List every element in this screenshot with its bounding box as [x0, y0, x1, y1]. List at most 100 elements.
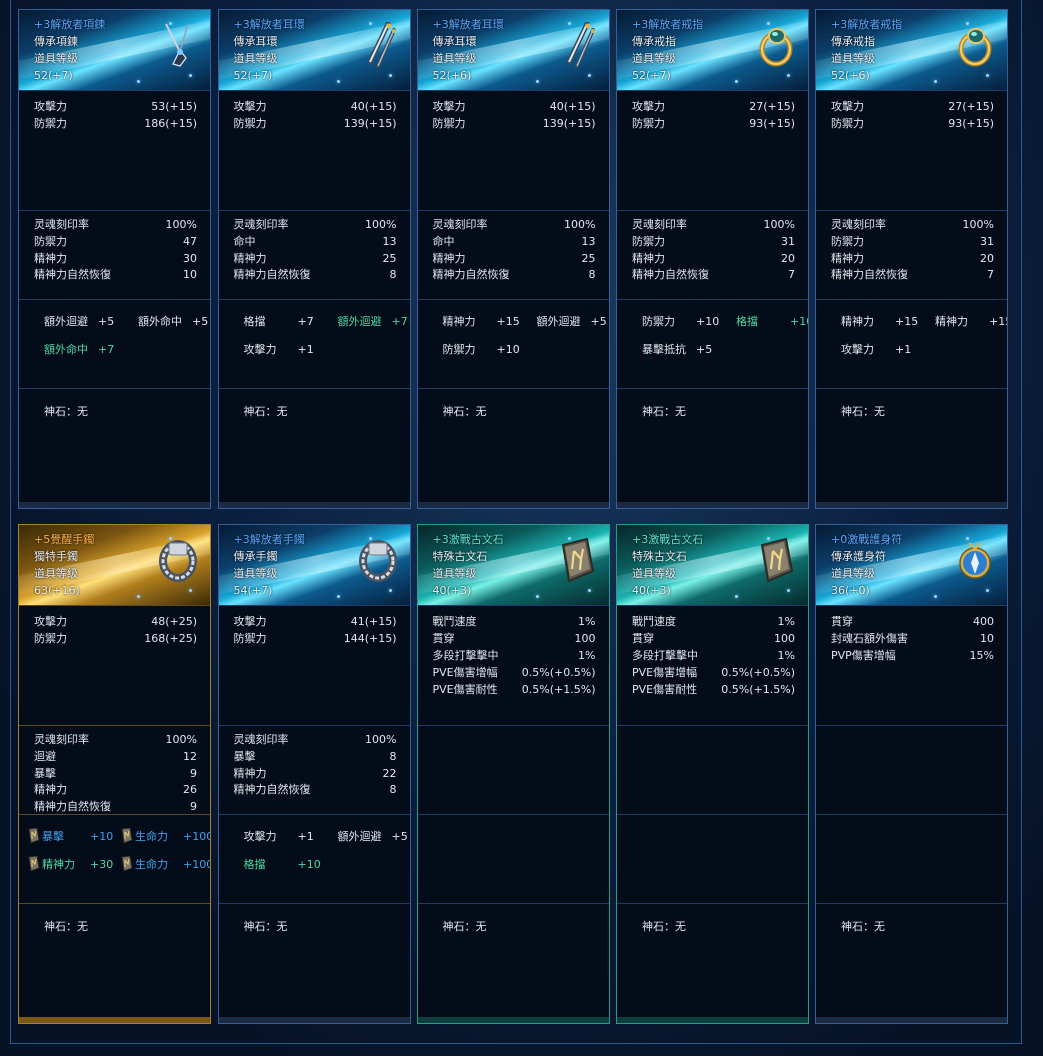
item-banner: +3激戰古文石 特殊古文石 道具等级 40(+3)	[617, 525, 808, 605]
divine-stone-section: 神石：无	[816, 388, 1007, 504]
sparkle	[767, 22, 770, 25]
base-stats-section: 攻擊力 53(+15) 防禦力 186(+15)	[19, 90, 210, 210]
stat-name: 貫穿	[632, 632, 654, 645]
sparkle	[169, 537, 172, 540]
divine-stone-label: 神石：无	[243, 405, 288, 418]
stat-value: 1%	[578, 615, 596, 628]
rune-stone-icon	[557, 537, 597, 583]
stat-row: PVE傷害耐性 0.5%(+1.5%)	[632, 682, 795, 698]
stat-value: 100%	[564, 218, 596, 231]
soul-stat-row: 迴避 12	[34, 749, 197, 765]
soul-stat-row: 精神力 20	[632, 251, 795, 267]
stat-value: 13	[382, 234, 397, 248]
item-name: +3解放者耳環	[233, 18, 305, 31]
stat-name: 防禦力	[831, 234, 864, 248]
divine-stone-label: 神石：无	[841, 920, 885, 933]
sparkle	[388, 74, 392, 77]
rune-stone-icon	[756, 537, 796, 583]
item-card[interactable]: +3解放者耳環 傳承耳環 道具等级 52(+7) 攻擊力 40(+15) 防禦力 139(+1…	[217, 9, 411, 509]
bonus-name: 格擋	[243, 858, 266, 871]
card-footer-bar	[816, 502, 1007, 508]
stat-value: 139(+15)	[343, 117, 397, 130]
stat-name: 貫穿	[831, 615, 853, 628]
stat-name: PVE傷害增幅	[632, 666, 698, 679]
card-footer-bar	[417, 1017, 609, 1023]
stat-row: 攻擊力 40(+15)	[234, 99, 397, 115]
soul-stat-row: 精神力自然恢復 9	[34, 799, 197, 815]
item-name: +3解放者耳環	[432, 18, 504, 31]
base-stats-section: 攻擊力 41(+15) 防禦力 144(+15)	[218, 605, 410, 725]
stat-name: 灵魂刻印率	[831, 218, 886, 231]
stat-row: 攻擊力 27(+15)	[632, 99, 795, 115]
item-card[interactable]: +3解放者手鐲 傳承手鐲 道具等级 54(+7) 攻擊力 41(+15) 防禦力 144(+1…	[217, 524, 411, 1024]
bonus-value: +15	[895, 315, 919, 328]
stat-value: 27(+15)	[948, 100, 994, 113]
soul-stat-row: 精神力 22	[234, 766, 397, 782]
stat-name: PVP傷害增幅	[831, 649, 896, 662]
divine-stone-section: 神石：无	[617, 388, 808, 504]
soul-stat-row: 精神力 30	[34, 251, 197, 267]
soul-imprint-section	[417, 725, 609, 814]
stat-row: 多段打擊擊中 1%	[433, 648, 596, 664]
divine-stone-section: 神石：无	[816, 903, 1007, 1019]
sparkle	[189, 589, 192, 592]
item-card[interactable]: +5覺醒手鐲 獨特手鐲 道具等级 63(+16) 攻擊力 48(+25) 防禦力 168(+2…	[18, 524, 211, 1024]
bonus-name: 額外迴避	[337, 830, 382, 843]
bonus-stats-section: 格擋 +7 額外迴避 +7 攻擊力 +1	[218, 299, 410, 388]
stat-row: 貫穿 100	[433, 631, 596, 647]
sparkle	[986, 74, 989, 77]
item-card[interactable]: +3解放者戒指 傳承戒指 道具等级 52(+7) 攻擊力 27(+15) 防禦力 93(+15…	[616, 9, 809, 509]
earring-icon	[557, 21, 597, 68]
card-footer-bar	[19, 502, 210, 508]
item-card[interactable]: +3解放者戒指 傳承戒指 道具等级 52(+6) 攻擊力 27(+15) 防禦力 93(+15…	[815, 9, 1008, 509]
divine-stone-label: 神石：无	[243, 920, 288, 933]
stat-name: 暴擊	[233, 749, 256, 763]
bonus-name: 暴擊	[42, 830, 64, 843]
bonus-name: 額外迴避	[536, 315, 581, 328]
sparkle	[137, 595, 140, 598]
item-card[interactable]: +0激戰護身符 傳承護身符 道具等级 36(+0) 貫穿 400 封魂石額外傷害 10 PVP傷…	[815, 524, 1008, 1024]
item-level: 54(+7)	[233, 584, 273, 597]
stat-value: 9	[190, 766, 197, 780]
stat-name: 灵魂刻印率	[34, 218, 89, 231]
stat-row: 防禦力 93(+15)	[831, 116, 994, 132]
stat-value: 100	[774, 632, 795, 645]
sparkle	[336, 80, 340, 83]
stat-row: 防禦力 144(+15)	[234, 631, 397, 647]
item-card[interactable]: +3解放者項鍊 傳承項鍊 道具等級 52(+7) 攻擊力 53(+15) 防禦力 186(+1…	[18, 9, 211, 509]
soul-imprint-section	[816, 725, 1007, 814]
stat-value: 25	[581, 251, 596, 265]
stat-row: PVE傷害增幅 0.5%(+0.5%)	[632, 665, 795, 681]
stat-name: 精神力自然恢復	[233, 783, 311, 797]
stat-value: 41(+15)	[350, 615, 397, 628]
divine-stone-label: 神石：无	[642, 405, 686, 418]
divine-stone-section: 神石：无	[617, 903, 808, 1019]
stat-value: 144(+15)	[343, 632, 397, 645]
stat-value: 139(+15)	[542, 117, 596, 130]
soul-stat-row: 暴擊 8	[234, 749, 397, 765]
stat-row: 戰鬥速度 1%	[632, 614, 795, 630]
item-name: +3解放者手鐲	[233, 533, 305, 546]
bracelet-icon	[358, 537, 398, 583]
item-type: 傳承項鍊	[34, 35, 78, 48]
stat-value: 0.5%(+0.5%)	[521, 666, 596, 679]
stat-name: 防禦力	[34, 117, 67, 130]
bonus-value: +10	[496, 343, 520, 356]
stat-value: 100%	[165, 733, 197, 746]
stat-value: 10	[183, 268, 197, 282]
soul-stat-row: 命中 13	[234, 234, 397, 250]
bonus-name: 防禦力	[642, 315, 675, 328]
stat-name: 灵魂刻印率	[632, 218, 687, 231]
soul-stat-row: 精神力自然恢復 7	[831, 267, 994, 283]
bonus-stats-section: 暴擊 +10 生命力 +100 精神力 +30 生命力 +100	[19, 814, 210, 903]
stat-value: 13	[581, 234, 596, 248]
item-card[interactable]: +3激戰古文石 特殊古文石 道具等级 40(+3) 戰鬥速度 1% 貫穿 100 多段打擊擊中 1…	[416, 524, 610, 1024]
item-card[interactable]: +3激戰古文石 特殊古文石 道具等级 40(+3) 戰鬥速度 1% 貫穿 100 多段打擊擊中 1…	[616, 524, 809, 1024]
equipment-grid: +3解放者項鍊 傳承項鍊 道具等級 52(+7) 攻擊力 53(+15) 防禦力 186(+1…	[18, 9, 1011, 1041]
item-card[interactable]: +3解放者耳環 傳承耳環 道具等级 52(+6) 攻擊力 40(+15) 防禦力 139(+1…	[416, 9, 610, 509]
bonus-name: 攻擊力	[841, 343, 874, 356]
stat-name: 貫穿	[432, 632, 455, 645]
stat-row: 封魂石額外傷害 10	[831, 631, 994, 647]
item-banner: +5覺醒手鐲 獨特手鐲 道具等级 63(+16)	[19, 525, 210, 605]
divine-stone-label: 神石：无	[44, 405, 88, 418]
